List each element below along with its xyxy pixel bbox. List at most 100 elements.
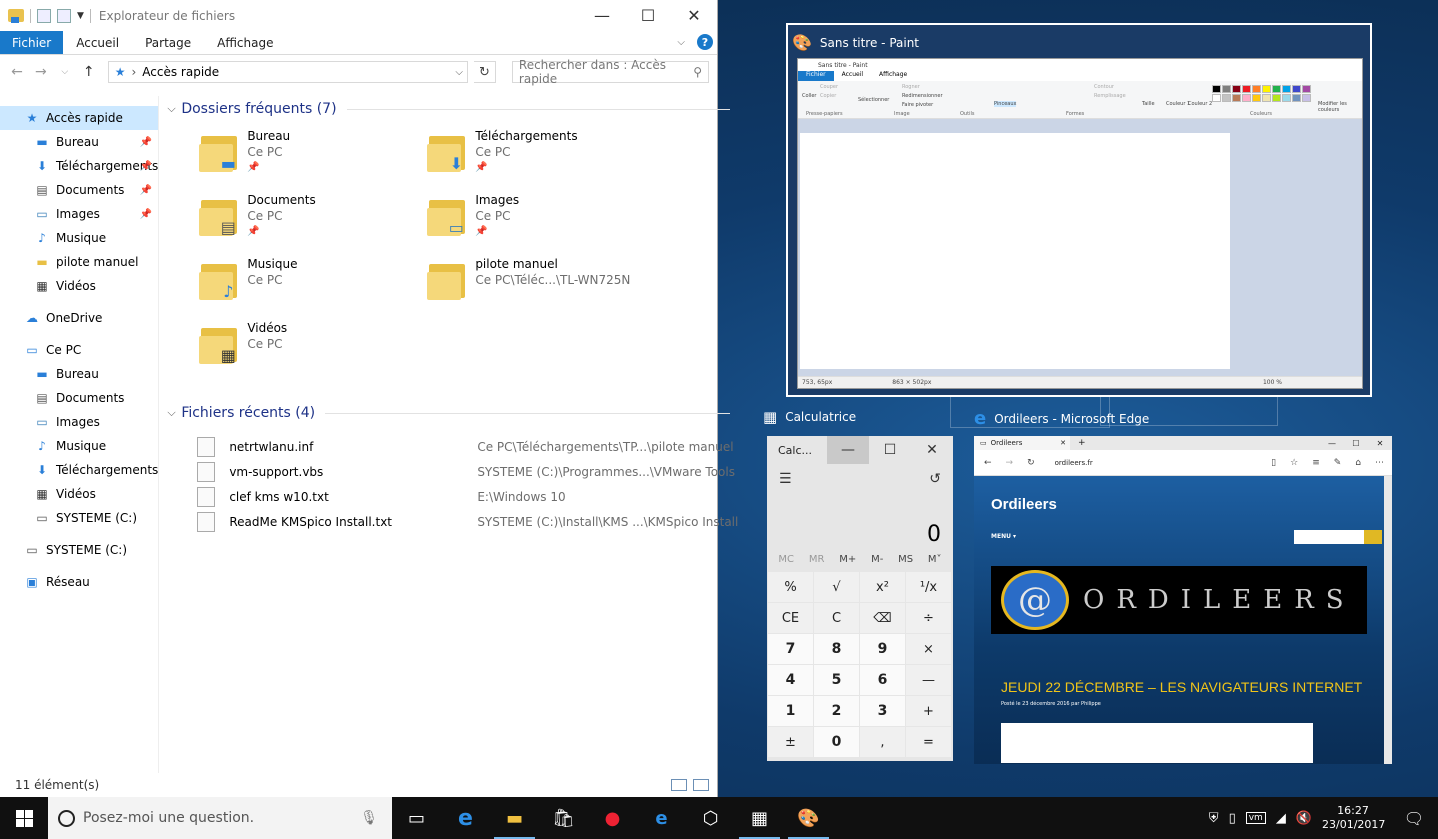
nav-item[interactable]: ▭ Images xyxy=(0,410,158,434)
tab-partage[interactable]: Partage xyxy=(132,31,204,54)
search-input[interactable]: Rechercher dans : Accès rapide ⚲ xyxy=(511,58,710,86)
favorite-star-icon[interactable]: ☆ xyxy=(1290,458,1298,468)
nav-item[interactable]: ▬ pilote manuel xyxy=(0,250,158,274)
cortana-search-box[interactable]: Posez-moi une question. 🎙 xyxy=(48,797,392,839)
up-icon[interactable]: ↑ xyxy=(80,64,98,80)
tab-accueil[interactable]: Accueil xyxy=(63,31,132,54)
task-view-icon[interactable]: ▭ xyxy=(392,797,441,839)
nav-item[interactable]: ★ Accès rapide xyxy=(0,106,159,130)
operator-key[interactable]: ÷ xyxy=(906,603,951,633)
tab-fichier[interactable]: Fichier xyxy=(0,31,64,54)
frequent-folders-header[interactable]: ⌵ Dossiers fréquents (7) xyxy=(167,96,738,122)
hamburger-menu-icon[interactable]: ☰ xyxy=(779,471,792,487)
digit-key[interactable]: 1 xyxy=(768,696,813,726)
operator-key[interactable]: x² xyxy=(860,572,905,602)
digit-key[interactable]: 0 xyxy=(814,727,859,757)
folder-tile[interactable]: ▬ Bureau Ce PC 📌 xyxy=(199,128,427,192)
nav-item[interactable]: ▭ Ce PC xyxy=(0,338,158,362)
site-title[interactable]: Ordileers xyxy=(991,496,1057,513)
digit-key[interactable]: 5 xyxy=(814,665,859,695)
close-button[interactable]: ✕ xyxy=(671,0,717,31)
operator-key[interactable]: — xyxy=(906,665,951,695)
clock[interactable]: 16:27 23/01/2017 xyxy=(1322,804,1385,832)
folder-tile[interactable]: ▭ Images Ce PC 📌 xyxy=(427,192,655,256)
back-icon[interactable]: ← xyxy=(984,458,992,468)
address-bar[interactable]: ★ › Accès rapide ⌵ xyxy=(107,61,468,83)
edge-icon[interactable]: e xyxy=(441,797,490,839)
folder-tile[interactable]: pilote manuel Ce PC\Téléc...\TL-WN725N xyxy=(427,256,655,320)
ie-icon[interactable]: e xyxy=(637,797,686,839)
nav-item[interactable]: ▭ SYSTEME (C:) xyxy=(0,538,158,562)
properties-icon[interactable] xyxy=(37,8,51,23)
recent-files-header[interactable]: ⌵ Fichiers récents (4) xyxy=(167,400,738,426)
app-red-icon[interactable]: ● xyxy=(588,797,637,839)
details-view-icon[interactable] xyxy=(671,779,687,791)
operator-key[interactable]: ± xyxy=(768,727,813,757)
operator-key[interactable]: ⌫ xyxy=(860,603,905,633)
action-center-icon[interactable]: 🗨 xyxy=(1394,797,1434,839)
memory-button[interactable]: M˅ xyxy=(928,554,942,565)
volume-mute-icon[interactable]: 🔇 xyxy=(1296,811,1312,826)
memory-button[interactable]: MR xyxy=(809,554,825,565)
site-search-icon[interactable] xyxy=(1364,530,1382,544)
minimize-button[interactable]: — xyxy=(579,0,625,31)
refresh-icon[interactable]: ↻ xyxy=(474,61,496,83)
nav-item[interactable]: ⬇ Téléchargements xyxy=(0,458,158,482)
folder-tile[interactable]: ▤ Documents Ce PC 📌 xyxy=(199,192,427,256)
nav-item[interactable]: ▦ Vidéos xyxy=(0,482,158,506)
scrollbar[interactable] xyxy=(1384,476,1392,764)
customize-toolbar-icon[interactable]: ▼ xyxy=(77,11,84,21)
hub-icon[interactable]: ≡ xyxy=(1312,458,1320,468)
large-icons-view-icon[interactable] xyxy=(693,779,709,791)
memory-button[interactable]: M+ xyxy=(839,554,856,565)
operator-key[interactable]: + xyxy=(906,696,951,726)
nav-item[interactable]: ▭ Images 📌 xyxy=(0,202,158,226)
operator-key[interactable]: √ xyxy=(814,572,859,602)
recent-file-row[interactable]: vm-support.vbs SYSTEME (C:)\Programmes...… xyxy=(197,459,738,484)
digit-key[interactable]: 7 xyxy=(768,634,813,664)
operator-key[interactable]: CE xyxy=(768,603,813,633)
nav-item[interactable]: ♪ Musique xyxy=(0,434,158,458)
recent-locations-icon[interactable]: ⌵ xyxy=(56,67,74,77)
edge-tab[interactable]: ▭ Ordileers ✕ xyxy=(974,436,1070,450)
collapse-icon[interactable]: ⌵ xyxy=(167,406,181,420)
folder-tile[interactable]: ♪ Musique Ce PC xyxy=(199,256,427,320)
back-icon[interactable]: ← xyxy=(8,64,26,80)
memory-button[interactable]: MC xyxy=(778,554,794,565)
digit-key[interactable]: 8 xyxy=(814,634,859,664)
site-menu[interactable]: MENU ▾ xyxy=(991,533,1016,540)
explorer-icon[interactable]: ▬ xyxy=(490,797,539,839)
start-button[interactable] xyxy=(0,797,48,839)
microphone-icon[interactable]: 🎙 xyxy=(360,810,378,826)
calculator-maximize-button[interactable]: ☐ xyxy=(869,436,911,464)
nav-item[interactable]: ☁ OneDrive xyxy=(0,306,158,330)
network-icon[interactable]: ◢ xyxy=(1276,811,1286,826)
refresh-icon[interactable]: ↻ xyxy=(1027,458,1035,468)
memory-button[interactable]: MS xyxy=(898,554,913,565)
recent-file-row[interactable]: netrtwlanu.inf Ce PC\Téléchargements\TP..… xyxy=(197,434,738,459)
tab-close-icon[interactable]: ✕ xyxy=(1060,439,1070,447)
operator-key[interactable]: % xyxy=(768,572,813,602)
operator-key[interactable]: = xyxy=(906,727,951,757)
edge-minimize-button[interactable]: — xyxy=(1320,436,1344,450)
reading-view-icon[interactable]: ▯ xyxy=(1271,458,1276,468)
paint-icon[interactable]: 🎨 xyxy=(784,797,833,839)
share-icon[interactable]: ⌂ xyxy=(1355,458,1361,468)
nav-item[interactable]: ▬ Bureau xyxy=(0,362,158,386)
pin-icon[interactable]: 📌 xyxy=(140,161,152,172)
new-tab-icon[interactable]: + xyxy=(1070,438,1086,448)
digit-key[interactable]: 2 xyxy=(814,696,859,726)
edge-maximize-button[interactable]: ☐ xyxy=(1344,436,1368,450)
memory-button[interactable]: M- xyxy=(871,554,883,565)
pin-icon[interactable]: 📌 xyxy=(140,185,152,196)
recent-file-row[interactable]: ReadMe KMSpico Install.txt SYSTEME (C:)\I… xyxy=(197,509,738,534)
maximize-button[interactable]: ☐ xyxy=(625,0,671,31)
breadcrumb[interactable]: Accès rapide xyxy=(142,65,449,79)
expand-ribbon-icon[interactable]: ⌵ xyxy=(677,37,685,48)
nav-item[interactable]: ♪ Musique xyxy=(0,226,158,250)
forward-icon[interactable]: → xyxy=(1006,458,1014,468)
vmware-icon[interactable]: vm xyxy=(1245,812,1266,824)
url-field[interactable]: ordileers.fr xyxy=(1055,459,1093,467)
operator-key[interactable]: C xyxy=(814,603,859,633)
breadcrumb-chevron-icon[interactable]: › xyxy=(131,65,136,79)
